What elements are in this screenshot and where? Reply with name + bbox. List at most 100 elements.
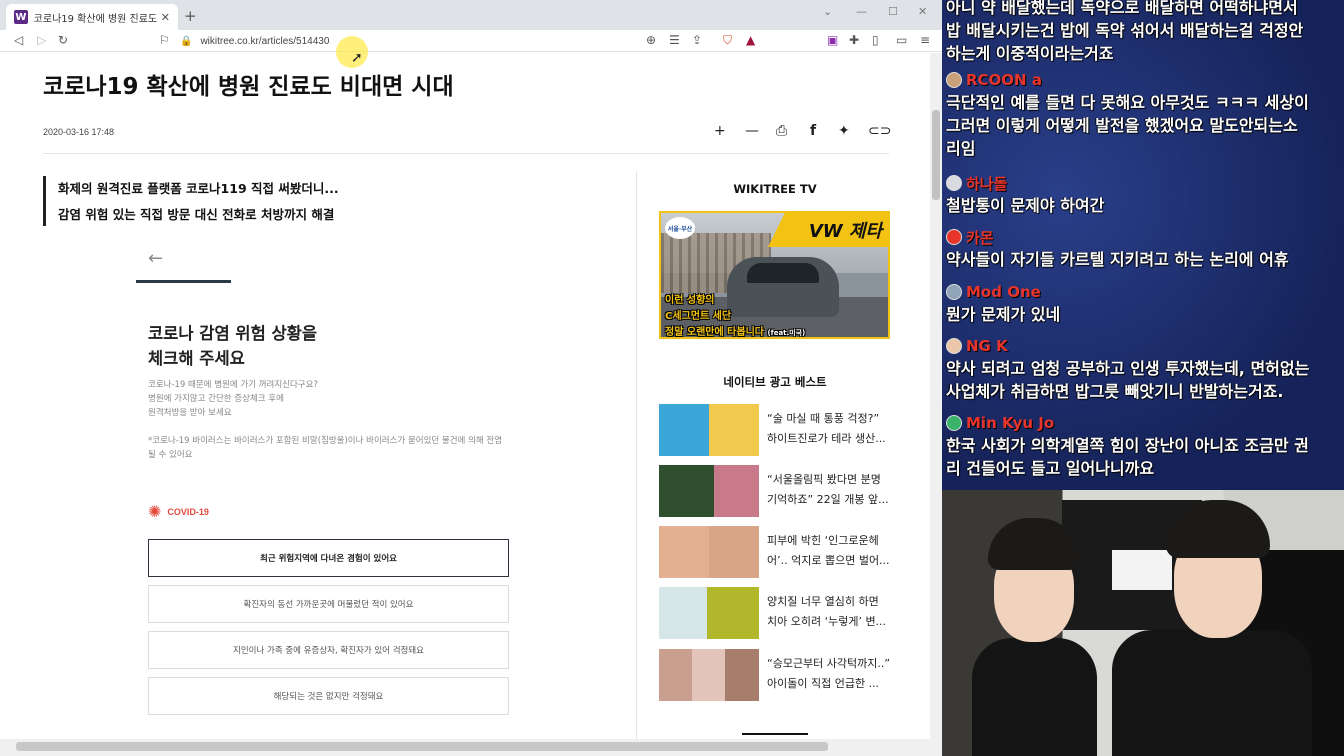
- check-title-line: 체크해 주세요: [148, 349, 245, 368]
- virus-icon: ✺: [148, 502, 162, 521]
- ad-item[interactable]: 피부에 박힌 ‘인그로운헤 어’.. 억지로 뽑으면 벌어...: [659, 526, 891, 578]
- covid-label-group: ✺ COVID-19: [148, 502, 209, 521]
- quote-line: 화제의 원격진료 플랫폼 코로나119 직접 써봤더니...: [58, 181, 339, 196]
- avatar: [946, 415, 962, 431]
- tab-close-icon[interactable]: ✕: [161, 11, 170, 24]
- section-line: [742, 733, 808, 735]
- avatar: [946, 284, 962, 300]
- check-title: 코로나 감염 위험 상황을 체크해 주세요: [148, 321, 317, 371]
- browser-tab[interactable]: W 코로나19 확산에 병원 진료도 비대면 시대 ✕: [6, 4, 178, 30]
- avatar: [946, 229, 962, 245]
- tab-search-icon[interactable]: ⌄: [823, 5, 832, 18]
- mouse-cursor-icon: ➚: [351, 50, 363, 66]
- article-summary-quote: 화제의 원격진료 플랫폼 코로나119 직접 써봤더니... 감염 위험 있는 …: [43, 176, 339, 226]
- ad-thumbnail: [659, 587, 759, 639]
- chat-message: Mod One 뭔가 문제가 있네: [946, 283, 1061, 324]
- address-bar[interactable]: 🔒 wikitree.co.kr/articles/514430: [180, 32, 710, 50]
- share-icon[interactable]: ⇪: [692, 33, 702, 47]
- wikitree-tv-heading: WIKITREE TV: [733, 182, 817, 196]
- vertical-scroll-thumb[interactable]: [932, 110, 940, 200]
- option-none-but-worried[interactable]: 해당되는 것은 없지만 걱정돼요: [148, 677, 509, 715]
- print-icon[interactable]: ⎙: [776, 123, 787, 139]
- font-increase-icon[interactable]: +: [714, 123, 726, 139]
- tv-badge: 서울·부산: [665, 217, 695, 239]
- chat-message: NG K 약사 되려고 엄청 공부하고 인생 투자했는데, 면허없는 사업체가 …: [946, 337, 1310, 401]
- arrow-left-icon: ←: [148, 248, 164, 269]
- ad-item[interactable]: “술 마실 때 통풍 걱정?” 하이트진로가 테라 생산...: [659, 404, 891, 456]
- header-divider: [43, 153, 889, 154]
- brave-rewards-icon[interactable]: ▲: [746, 33, 755, 47]
- chat-username: NG K: [966, 337, 1008, 355]
- sidebar-icon[interactable]: ▯: [872, 33, 879, 47]
- progress-line: [136, 280, 231, 283]
- wallet-icon[interactable]: ▭: [896, 33, 907, 47]
- tv-caption: 이런 성향의: [665, 295, 715, 306]
- new-tab-button[interactable]: +: [184, 7, 197, 25]
- ad-thumbnail: [659, 465, 759, 517]
- lock-icon: 🔒: [180, 35, 193, 47]
- streamer-left: [972, 518, 1097, 756]
- check-title-line: 코로나 감염 위험 상황을: [148, 324, 318, 343]
- ad-thumbnail: [659, 526, 759, 578]
- ad-item[interactable]: “서울올림픽 봤다면 분명 기억하죠” 22일 개봉 앞...: [659, 465, 891, 517]
- chat-message: 하나돌 철밥통이 문제야 하여간: [946, 174, 1105, 215]
- tv-brand-text: VW 제타: [808, 221, 882, 242]
- webcam-feed: [942, 490, 1344, 756]
- chat-username: 하나돌: [966, 174, 1008, 193]
- ad-item[interactable]: 양치질 너무 열심히 하면 치아 오히려 ‘누렇게’ 변...: [659, 587, 891, 639]
- reload-icon[interactable]: ↻: [58, 33, 68, 47]
- zoom-icon[interactable]: ⊕: [646, 33, 656, 47]
- browser-toolbar: ◁ ▷ ↻ ⚐ 🔒 wikitree.co.kr/articles/514430…: [0, 30, 942, 52]
- avatar: [946, 338, 962, 354]
- back-icon[interactable]: ◁: [14, 33, 23, 47]
- brave-shield-icon[interactable]: ⛉: [723, 33, 732, 48]
- option-family-symptoms[interactable]: 지인이나 가족 중에 유증상자, 확진자가 있어 걱정돼요: [148, 631, 509, 669]
- twitter-icon[interactable]: ✦: [838, 123, 850, 139]
- font-decrease-icon[interactable]: —: [745, 123, 759, 139]
- bookmark-icon[interactable]: ⚐: [159, 33, 170, 47]
- horizontal-scroll-thumb[interactable]: [16, 742, 828, 751]
- tv-caption: 정말 오랜만에 타봅니다 (feat.미국): [665, 327, 806, 338]
- reader-mode-icon[interactable]: ☰: [669, 33, 680, 47]
- chat-message: RCOON a 극단적인 예를 들면 다 못해요 아무것도 ㅋㅋㅋ 세상이 그러…: [946, 71, 1309, 158]
- check-description: 코로나-19 때문에 병원에 가기 꺼려지신다구요? 병원에 가지않고 간단한 …: [148, 378, 318, 420]
- stream-chat-overlay: 아니 약 배달했는데 독약으로 배달하면 어떡하냐면서 밥 배달시키는건 밥에 …: [942, 0, 1344, 490]
- check-note: *코로나-19 바이러스는 바이러스가 포함된 비말(침방울)이나 바이러스가 …: [148, 436, 503, 460]
- maximize-icon[interactable]: ☐: [888, 5, 898, 18]
- ad-thumbnail: [659, 649, 759, 701]
- copy-link-icon[interactable]: ⊂⊃: [868, 123, 891, 139]
- chat-message: 카몬 약사들이 자기들 카르텔 지키려고 하는 논리에 어휴: [946, 228, 1289, 269]
- tv-video-thumbnail[interactable]: VW 제타 서울·부산 이런 성향의 C세그먼트 세단 정말 오랜만에 타봅니다…: [659, 211, 890, 339]
- menu-icon[interactable]: ≡: [920, 33, 930, 47]
- chat-username: Mod One: [966, 283, 1041, 301]
- extension-m-icon[interactable]: ▣: [827, 33, 838, 47]
- option-near-patient-route[interactable]: 확진자의 동선 가까운곳에 머물렀던 적이 있어요: [148, 585, 509, 623]
- browser-window: W 코로나19 확산에 병원 진료도 비대면 시대 ✕ + ⌄ — ☐ ✕ ◁ …: [0, 0, 942, 756]
- desc-line: 코로나-19 때문에 병원에 가기 꺼려지신다구요?: [148, 380, 318, 390]
- ad-thumbnail: [659, 404, 759, 456]
- avatar: [946, 72, 962, 88]
- extensions-puzzle-icon[interactable]: ✚: [849, 33, 859, 47]
- article-headline: 코로나19 확산에 병원 진료도 비대면 시대: [43, 74, 454, 100]
- native-ads-heading: 네이티브 광고 베스트: [723, 375, 827, 389]
- chat-message: Min Kyu Jo 한국 사회가 의학계열쪽 힘이 장난이 아니죠 조금만 권…: [946, 414, 1309, 478]
- tab-bar: W 코로나19 확산에 병원 진료도 비대면 시대 ✕ + ⌄ — ☐ ✕: [0, 0, 942, 30]
- option-recent-risk-area[interactable]: 최근 위험지역에 다녀온 경험이 있어요: [148, 539, 509, 577]
- wikitree-favicon-icon: W: [14, 10, 28, 24]
- chat-username: RCOON a: [966, 71, 1042, 89]
- window-close-icon[interactable]: ✕: [918, 5, 927, 18]
- url-text: wikitree.co.kr/articles/514430: [200, 35, 330, 47]
- desc-line: 원격처방을 받아 보세요: [148, 408, 232, 418]
- minimize-icon[interactable]: —: [856, 5, 867, 18]
- tab-title: 코로나19 확산에 병원 진료도 비대면 시대: [33, 13, 157, 25]
- covid-label: COVID-19: [167, 506, 209, 517]
- avatar: [946, 175, 962, 191]
- desc-line: 병원에 가지않고 간단한 증상체크 후에: [148, 394, 284, 404]
- facebook-icon[interactable]: f: [810, 123, 816, 139]
- tv-caption: C세그먼트 세단: [665, 311, 732, 322]
- chat-username: Min Kyu Jo: [966, 414, 1055, 432]
- ad-item[interactable]: “승모근부터 사각턱까지..” 아이돌이 직접 언급한 ...: [659, 649, 891, 701]
- column-divider: [636, 171, 637, 739]
- chat-message: 아니 약 배달했는데 독약으로 배달하면 어떡하냐면서 밥 배달시키는건 밥에 …: [946, 0, 1304, 63]
- forward-icon[interactable]: ▷: [37, 33, 46, 47]
